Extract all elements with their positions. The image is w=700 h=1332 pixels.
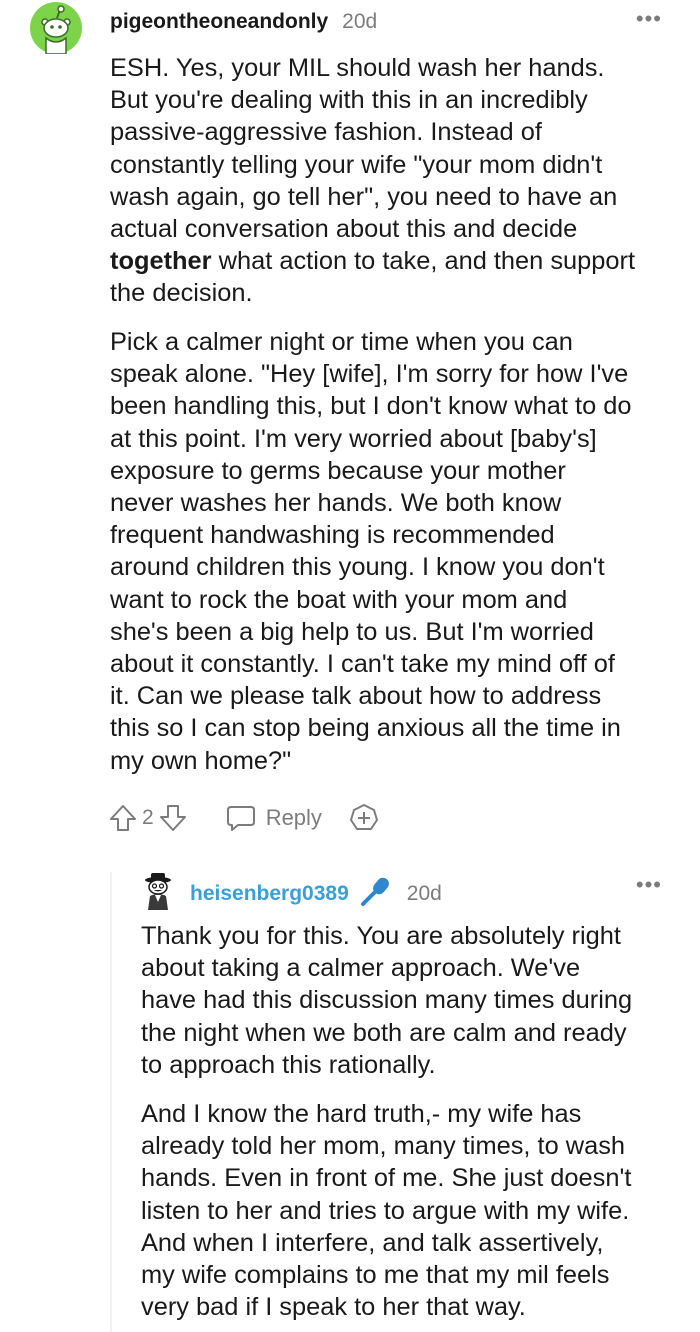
comment-age: 20d [342, 10, 378, 33]
reply-header: heisenberg0389 20d [190, 876, 442, 911]
upvote-button[interactable] [108, 803, 138, 833]
arrow-down-icon [159, 805, 186, 831]
text-line: it. Can we please talk about how to addr… [110, 682, 602, 711]
text-line: exposure to germs because your mother [110, 456, 566, 485]
text-line: ESH. Yes, your MIL should wash her hands… [110, 54, 605, 82]
text-line: have had this discussion many times duri… [141, 986, 633, 1015]
text-line: passive-aggressive fashion. Instead of [110, 118, 542, 147]
text-line: about taking a calmer approach. We've [141, 954, 581, 983]
comment-actions: 2 Reply [108, 800, 380, 836]
text-line: this so I can stop being anxious all the… [110, 714, 621, 743]
text-line: the night when we both are calm and read… [141, 1018, 627, 1047]
text-line: at this point. I'm very worried about [b… [110, 424, 597, 453]
text-line: never washes her hands. We both know [110, 489, 562, 518]
text-line: very bad if I speak to her that way. [141, 1293, 526, 1322]
comment-paragraph-1: ESH. Yes, your MIL should wash her hands… [110, 52, 680, 310]
award-plus-icon [349, 804, 378, 830]
text-line: already told her mom, many times, to was… [141, 1132, 626, 1161]
reply-avatar[interactable] [142, 872, 174, 912]
text-line: hands. Even in front of me. She just doe… [141, 1164, 632, 1193]
reply-button[interactable]: Reply [226, 804, 322, 832]
heisenberg-avatar-icon [145, 873, 171, 910]
microphone-icon [359, 876, 393, 911]
text-line: about it constantly. I can't take my min… [110, 650, 615, 679]
text-line: listen to her and tries to argue with my… [141, 1196, 630, 1225]
text-fragment: what action to take, and then support [211, 247, 636, 276]
text-line: wash again, go tell her", you need to ha… [110, 182, 618, 211]
reply-paragraph-2: And I know the hard truth,- my wife has … [141, 1098, 681, 1323]
text-line: want to rock the boat with your mom and [110, 585, 568, 614]
thread-line[interactable] [110, 872, 112, 1332]
text-line: been handling this, but I don't know wha… [110, 392, 632, 421]
arrow-up-icon [110, 805, 136, 831]
downvote-button[interactable] [158, 803, 188, 833]
snoo-avatar-icon [30, 2, 82, 55]
comment-paragraph-2: Pick a calmer night or time when you can… [110, 326, 680, 777]
text-line: frequent handwashing is recommended [110, 521, 555, 550]
bold-emphasis: together [110, 247, 212, 276]
award-button[interactable] [348, 802, 380, 834]
text-line: But you're dealing with this in an incre… [110, 86, 588, 115]
text-line: Pick a calmer night or time when you can [110, 328, 573, 356]
text-line: And I know the hard truth,- my wife has [141, 1100, 582, 1128]
text-line: constantly telling your wife "your mom d… [110, 150, 603, 179]
text-line: she's been a big help to us. But I'm wor… [110, 617, 594, 646]
text-line: together what action to take, and then s… [110, 245, 680, 277]
reply-more-options-icon[interactable]: ••• [636, 872, 662, 898]
text-line: speak alone. "Hey [wife], I'm sorry for … [110, 360, 629, 389]
reply-username[interactable]: heisenberg0389 [190, 882, 349, 906]
text-line: my wife complains to me that my mil feel… [141, 1261, 610, 1290]
text-line: And when I interfere, and talk assertive… [141, 1228, 604, 1257]
text-line: around children this young. I know you d… [110, 553, 605, 582]
speech-bubble-icon [226, 806, 255, 831]
text-line: actual conversation about this and decid… [110, 215, 578, 244]
reply-paragraph-1: Thank you for this. You are absolutely r… [141, 920, 681, 1081]
reply-label: Reply [265, 805, 322, 830]
comment-username[interactable]: pigeontheoneandonly [110, 10, 328, 34]
comment-header: pigeontheoneandonly 20d [110, 10, 377, 34]
avatar[interactable] [30, 2, 82, 55]
vote-count: 2 [142, 806, 154, 829]
text-line: Thank you for this. You are absolutely r… [141, 922, 621, 950]
text-line: the decision. [110, 279, 253, 308]
text-line: to approach this rationally. [141, 1050, 436, 1079]
more-options-icon[interactable]: ••• [636, 6, 662, 32]
reply-age: 20d [406, 881, 442, 905]
text-line: my own home?" [110, 746, 292, 775]
